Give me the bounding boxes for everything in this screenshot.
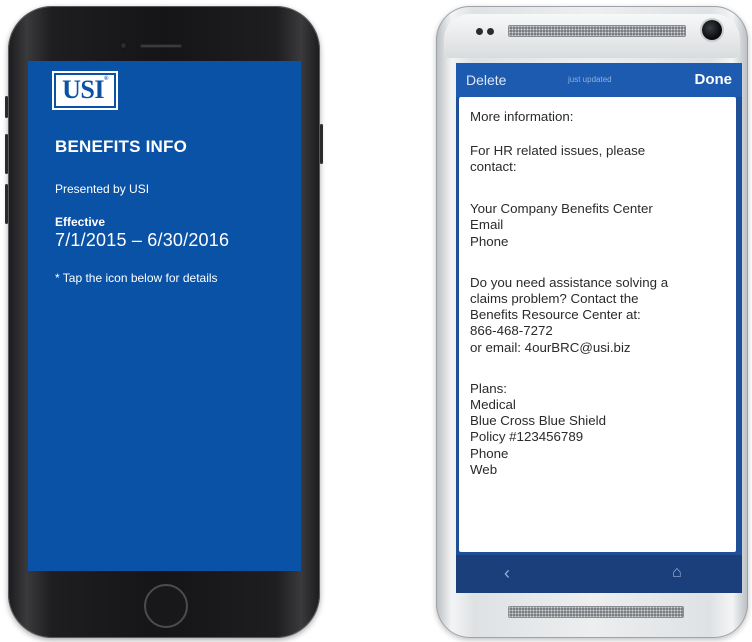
- note-line: Email: [470, 217, 504, 232]
- mute-switch: [5, 96, 8, 118]
- home-icon[interactable]: ⌂: [672, 564, 682, 582]
- bottom-speaker-grille: [508, 606, 684, 618]
- usi-logo: USI®: [52, 71, 118, 110]
- effective-label: Effective: [55, 215, 106, 229]
- system-nav-bar: ‹ ⌂: [456, 555, 742, 593]
- status-text: just updated: [568, 75, 612, 84]
- back-icon[interactable]: ‹: [504, 563, 510, 584]
- logo-text: USI: [62, 75, 104, 104]
- front-camera: [120, 42, 127, 49]
- note-line: Blue Cross Blue Shield: [470, 413, 606, 428]
- note-line: Plans:: [470, 381, 507, 396]
- notes-screen: Delete just updated Done More informatio…: [456, 63, 742, 593]
- left-phone: USI® BENEFITS INFO Presented by USI Effe…: [5, 6, 323, 638]
- note-line: or email: 4ourBRC@usi.biz: [470, 340, 631, 355]
- earpiece-speaker: [140, 44, 182, 48]
- effective-date-range: 7/1/2015 – 6/30/2016: [55, 230, 230, 250]
- right-phone: Delete just updated Done More informatio…: [436, 6, 748, 638]
- delete-button[interactable]: Delete: [466, 72, 506, 88]
- note-line: Web: [470, 462, 498, 477]
- note-line: Phone: [470, 446, 509, 461]
- note-line: More information:: [470, 109, 574, 124]
- volume-down-button: [5, 184, 8, 224]
- top-speaker-grille: [508, 25, 686, 37]
- light-sensor: [487, 28, 494, 35]
- note-line: contact:: [470, 159, 517, 174]
- note-content[interactable]: More information: For HR related issues,…: [459, 97, 736, 552]
- benefits-screen: USI® BENEFITS INFO Presented by USI Effe…: [28, 61, 301, 571]
- note-line: Do you need assistance solving a: [470, 275, 669, 290]
- note-line: Policy #123456789: [470, 429, 584, 444]
- note-line: Your Company Benefits Center: [470, 201, 653, 216]
- presented-by-text: Presented by USI: [55, 182, 150, 196]
- note-line: claims problem? Contact the: [470, 291, 639, 306]
- tap-hint-text: * Tap the icon below for details: [55, 271, 218, 285]
- front-camera: [702, 20, 722, 40]
- nav-bar: Delete just updated Done: [456, 63, 742, 97]
- proximity-sensor: [476, 28, 483, 35]
- page-title: BENEFITS INFO: [55, 137, 187, 156]
- note-line: 866-468-7272: [470, 323, 553, 338]
- note-line: Benefits Resource Center at:: [470, 307, 641, 322]
- volume-up-button: [5, 134, 8, 174]
- note-line: Phone: [470, 234, 509, 249]
- power-button: [320, 124, 323, 164]
- note-line: Medical: [470, 397, 516, 412]
- done-button[interactable]: Done: [695, 71, 733, 88]
- note-line: For HR related issues, please: [470, 143, 646, 158]
- home-button[interactable]: [144, 584, 188, 628]
